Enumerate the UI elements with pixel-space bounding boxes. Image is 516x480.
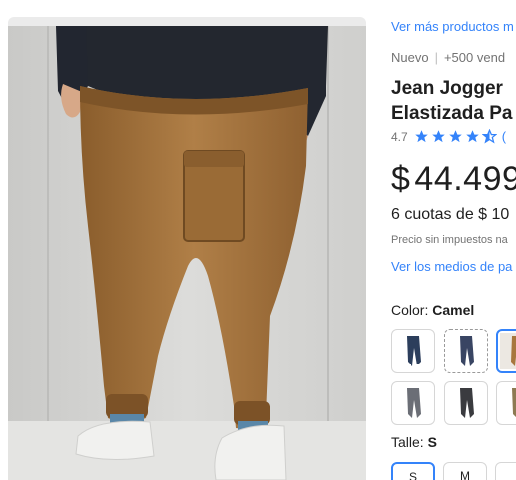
more-products-link[interactable]: Ver más productos m (391, 19, 514, 34)
condition-text: Nuevo (391, 50, 429, 65)
rating-value: 4.7 (391, 129, 408, 144)
color-label: Color: Camel (391, 302, 474, 318)
color-swatch-grey[interactable] (391, 381, 435, 425)
color-swatch-navy[interactable] (391, 329, 435, 373)
pants-thumbnail-icon (460, 336, 474, 366)
price-amount: 44.499 (414, 160, 516, 198)
sold-count: +500 vend (443, 50, 506, 65)
product-title: Jean Jogger Elastizada Pa (391, 76, 512, 126)
pants-thumbnail-icon (405, 336, 422, 367)
jogger-pants-photo (8, 26, 366, 480)
star-half-icon (481, 129, 497, 144)
star-full-icon (431, 130, 445, 143)
payment-methods-link[interactable]: Ver los medios de pa (391, 259, 512, 274)
size-label-text: Talle: (391, 434, 424, 450)
title-line-1: Jean Jogger (391, 78, 503, 99)
title-line-2: Elastizada Pa (391, 103, 513, 124)
pants-thumbnail-icon (512, 388, 516, 417)
rating-count[interactable]: ( (502, 129, 506, 144)
size-option-next[interactable] (495, 462, 516, 480)
size-label: Talle: S (391, 434, 437, 450)
color-swatch-dark-blue[interactable] (444, 329, 488, 373)
size-option-s[interactable]: S (391, 462, 435, 480)
pants-thumbnail-icon (460, 388, 474, 418)
star-full-icon (465, 130, 479, 143)
product-meta: Nuevo | +500 vend (391, 50, 505, 65)
product-info-column: Ver más productos m Nuevo | +500 vend Jean… (391, 0, 516, 480)
color-selected-value: Camel (432, 302, 475, 318)
price-currency: $ (391, 160, 411, 198)
price: $44.499 (391, 160, 516, 199)
size-option-m[interactable]: M (443, 462, 487, 480)
color-swatch-black[interactable] (444, 381, 488, 425)
rating-row[interactable]: 4.7 ( (391, 129, 506, 144)
tax-note: Precio sin impuestos na (391, 234, 508, 246)
pants-thumbnail-icon (407, 388, 421, 418)
color-swatch-khaki[interactable] (496, 381, 516, 425)
installments-text: 6 cuotas de $ 10 (391, 206, 510, 223)
rating-stars (414, 129, 497, 144)
meta-separator: | (434, 50, 438, 65)
product-main-image[interactable] (8, 26, 366, 480)
color-label-text: Color: (391, 302, 429, 318)
star-full-icon (414, 130, 428, 143)
size-selected-value: S (427, 434, 437, 450)
pants-thumbnail-icon (500, 333, 516, 369)
star-full-icon (448, 130, 462, 143)
color-swatch-camel[interactable] (496, 329, 516, 373)
